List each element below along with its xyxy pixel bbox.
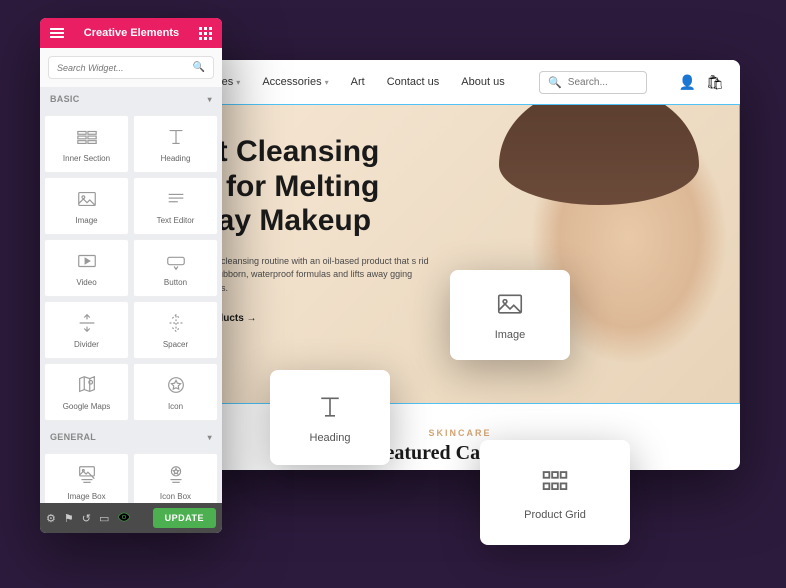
- sidebar-search: 🔍: [40, 48, 222, 87]
- flag-icon[interactable]: ⚑: [64, 512, 74, 525]
- widget-button[interactable]: Button: [133, 239, 218, 297]
- featured-section: SKINCARE Featured Categories: [180, 404, 740, 470]
- widget-icon[interactable]: Icon: [133, 363, 218, 421]
- widget-image[interactable]: Image: [44, 177, 129, 235]
- chevron-down-icon: ▾: [208, 95, 212, 104]
- category-basic[interactable]: BASIC▾: [40, 87, 222, 111]
- nav-accessories[interactable]: Accessories▾: [262, 76, 328, 88]
- chevron-down-icon: ▾: [208, 433, 212, 442]
- history-icon[interactable]: ↺: [82, 512, 91, 525]
- elements-sidebar: Creative Elements 🔍 BASIC▾ Inner Section…: [40, 18, 222, 533]
- search-icon: 🔍: [548, 76, 562, 89]
- hero-heading: st Cleansings for Meltingvay Makeup: [201, 135, 461, 239]
- category-general[interactable]: GENERAL▾: [40, 425, 222, 449]
- heading-icon: [315, 392, 345, 422]
- widget-image-box[interactable]: Image Box: [44, 453, 129, 503]
- search-input[interactable]: [568, 77, 638, 88]
- widget-heading[interactable]: Heading: [133, 115, 218, 173]
- cart-icon[interactable]: 🛍: [706, 74, 724, 91]
- chevron-down-icon: ▾: [236, 78, 240, 87]
- float-label: Heading: [310, 432, 351, 444]
- sidebar-footer: ⚙ ⚑ ↺ ▭ UPDATE: [40, 503, 222, 533]
- website-preview: Clothes▾ Accessories▾ Art Contact us Abo…: [180, 60, 740, 470]
- image-icon: [495, 289, 525, 319]
- float-heading-widget[interactable]: Heading: [270, 370, 390, 465]
- update-button[interactable]: UPDATE: [153, 508, 216, 528]
- grid-icon: [538, 465, 572, 499]
- user-icon[interactable]: 👤: [679, 74, 696, 91]
- nav-contact[interactable]: Contact us: [387, 76, 440, 88]
- float-image-widget[interactable]: Image: [450, 270, 570, 360]
- float-label: Product Grid: [524, 509, 586, 521]
- sidebar-title: Creative Elements: [84, 27, 179, 39]
- widget-search-input[interactable]: [57, 63, 193, 73]
- preview-icon[interactable]: [117, 510, 131, 527]
- search-wrap: 🔍: [539, 71, 647, 94]
- chevron-down-icon: ▾: [325, 78, 329, 87]
- sidebar-header: Creative Elements: [40, 18, 222, 48]
- widgets-general: Image Box Icon Box: [40, 449, 222, 503]
- widget-icon-box[interactable]: Icon Box: [133, 453, 218, 503]
- float-label: Image: [495, 329, 526, 341]
- widgets-basic: Inner Section Heading Image Text Editor …: [40, 111, 222, 425]
- search-icon: 🔍: [193, 62, 205, 73]
- nav-art[interactable]: Art: [351, 76, 365, 88]
- hero-description: your cleansing routine with an oil-based…: [201, 255, 431, 296]
- widget-inner-section[interactable]: Inner Section: [44, 115, 129, 173]
- widget-google-maps[interactable]: Google Maps: [44, 363, 129, 421]
- topbar: Clothes▾ Accessories▾ Art Contact us Abo…: [180, 60, 740, 104]
- menu-icon[interactable]: [50, 28, 64, 38]
- widget-text-editor[interactable]: Text Editor: [133, 177, 218, 235]
- nav-about[interactable]: About us: [461, 76, 504, 88]
- responsive-icon[interactable]: ▭: [99, 512, 109, 525]
- widget-video[interactable]: Video: [44, 239, 129, 297]
- grid-icon[interactable]: [199, 27, 212, 40]
- widget-spacer[interactable]: Spacer: [133, 301, 218, 359]
- float-product-grid-widget[interactable]: Product Grid: [480, 440, 630, 545]
- widget-divider[interactable]: Divider: [44, 301, 129, 359]
- settings-icon[interactable]: ⚙: [46, 512, 56, 525]
